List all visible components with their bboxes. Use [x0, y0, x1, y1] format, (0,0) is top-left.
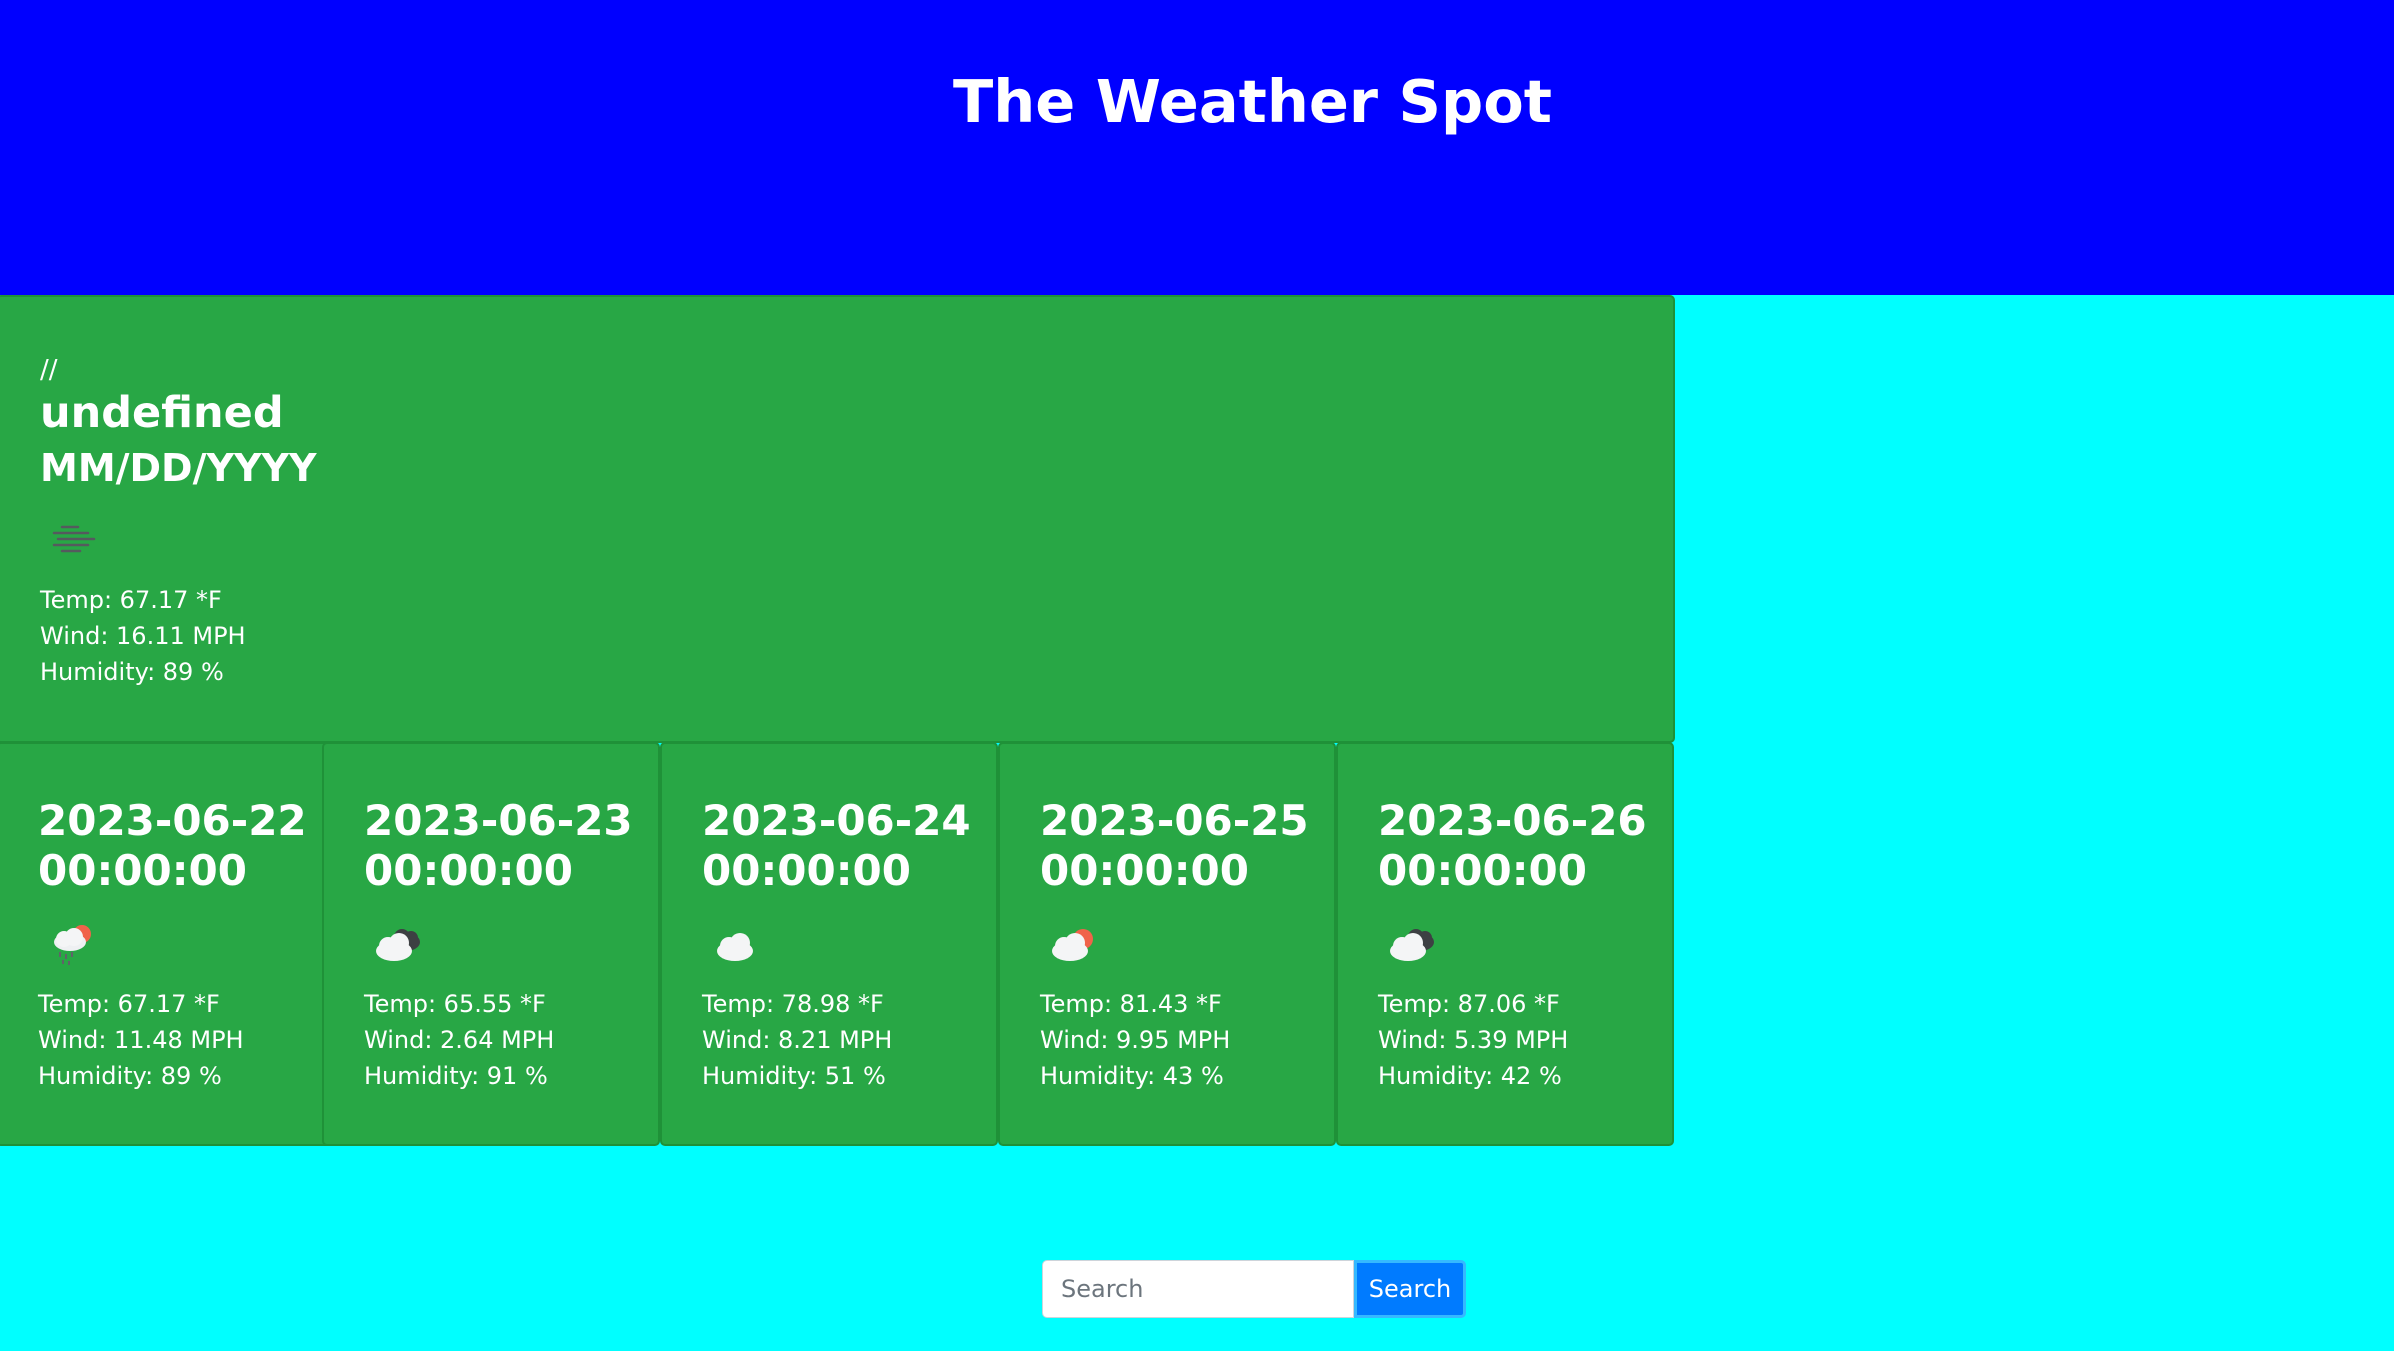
forecast-humidity: Humidity: 51 % — [702, 1062, 886, 1090]
page-title: The Weather Spot — [953, 67, 1552, 136]
current-location-prefix: // — [40, 355, 58, 385]
search-form: Search — [1042, 1260, 1466, 1318]
broken-clouds-icon — [376, 929, 420, 961]
current-weather-card: // undefined MM/DD/YYYY Temp: 67.17 *F W… — [0, 295, 1675, 743]
forecast-humidity: Humidity: 89 % — [38, 1062, 222, 1090]
current-date: MM/DD/YYYY — [40, 446, 317, 490]
current-temp: Temp: 67.17 *F — [40, 586, 222, 614]
search-input[interactable] — [1042, 1260, 1354, 1318]
forecast-humidity: Humidity: 91 % — [364, 1062, 548, 1090]
forecast-card: 2023-06-26 00:00:00 Temp: 87.06 *F Wind:… — [1336, 742, 1674, 1146]
forecast-wind: Wind: 11.48 MPH — [38, 1026, 244, 1054]
broken-clouds-icon — [1390, 929, 1434, 961]
forecast-wind: Wind: 8.21 MPH — [702, 1026, 893, 1054]
search-button[interactable]: Search — [1354, 1260, 1466, 1318]
current-wind: Wind: 16.11 MPH — [40, 622, 246, 650]
forecast-humidity: Humidity: 42 % — [1378, 1062, 1562, 1090]
forecast-card: 2023-06-22 00:00:00 Temp: 67.17 *F Wind:… — [0, 742, 334, 1146]
forecast-wind: Wind: 5.39 MPH — [1378, 1026, 1569, 1054]
forecast-wind: Wind: 2.64 MPH — [364, 1026, 555, 1054]
forecast-date: 2023-06-23 00:00:00 — [364, 796, 633, 895]
sun-rain-cloud-icon — [54, 925, 91, 965]
forecast-temp: Temp: 67.17 *F — [38, 990, 220, 1018]
forecast-card: 2023-06-25 00:00:00 Temp: 81.43 *F Wind:… — [998, 742, 1336, 1146]
forecast-card: 2023-06-23 00:00:00 Temp: 65.55 *F Wind:… — [322, 742, 660, 1146]
forecast-temp: Temp: 78.98 *F — [702, 990, 884, 1018]
forecast-date: 2023-06-26 00:00:00 — [1378, 796, 1647, 895]
forecast-date: 2023-06-22 00:00:00 — [38, 796, 307, 895]
forecast-humidity: Humidity: 43 % — [1040, 1062, 1224, 1090]
forecast-temp: Temp: 81.43 *F — [1040, 990, 1222, 1018]
forecast-wind: Wind: 9.95 MPH — [1040, 1026, 1231, 1054]
forecast-date: 2023-06-25 00:00:00 — [1040, 796, 1309, 895]
forecast-temp: Temp: 87.06 *F — [1378, 990, 1560, 1018]
forecast-card: 2023-06-24 00:00:00 Temp: 78.98 *F Wind:… — [660, 742, 998, 1146]
sun-cloud-icon — [1052, 929, 1093, 961]
page-header: The Weather Spot — [0, 0, 2394, 295]
forecast-temp: Temp: 65.55 *F — [364, 990, 546, 1018]
mist-icon — [52, 525, 96, 553]
cloud-icon — [717, 933, 753, 961]
current-humidity: Humidity: 89 % — [40, 658, 224, 686]
forecast-date: 2023-06-24 00:00:00 — [702, 796, 971, 895]
current-city: undefined — [40, 388, 284, 438]
